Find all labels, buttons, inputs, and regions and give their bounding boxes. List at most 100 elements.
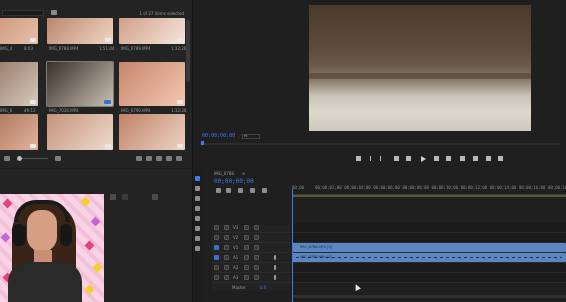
extract-icon[interactable] [473,156,478,161]
toggle-output-button[interactable] [254,235,259,240]
track-name: A1 [233,255,239,260]
toggle-output-button[interactable] [254,255,259,260]
program-playhead[interactable] [201,141,204,145]
video-clip[interactable]: IMG_6788.MP4 [V] [292,243,566,252]
add-marker-icon[interactable] [250,188,255,193]
clip-type-badge-icon [177,144,183,148]
sync-lock-button[interactable] [244,265,249,270]
project-thumbnail[interactable] [119,18,185,44]
track-lock-button[interactable] [224,265,229,270]
mark-out-icon[interactable] [380,156,381,161]
play-icon[interactable] [421,156,426,162]
source-patch-button[interactable] [214,235,219,240]
source-patch-button[interactable] [214,255,219,260]
go-to-in-icon[interactable] [394,156,399,161]
toggle-output-button[interactable] [254,225,259,230]
sync-lock-button[interactable] [244,245,249,250]
list-view-icon[interactable] [4,156,10,161]
source-patch-button[interactable] [214,245,219,250]
sort-icon[interactable] [55,156,61,161]
comparison-view-icon[interactable] [498,156,503,161]
ruler-tick-label: 00;00 [292,185,305,190]
sync-lock-button[interactable] [244,275,249,280]
mark-in-icon[interactable] [370,156,371,161]
new-bin-icon[interactable] [51,10,57,15]
project-thumbnail[interactable] [47,114,113,150]
toggle-output-button[interactable] [254,275,259,280]
program-time-ruler[interactable] [200,143,560,145]
timeline-ruler[interactable]: 00;00 00;00;02;00 00;00;04;00 00;00;06;00 00… [292,183,566,195]
zoom-slider-handle[interactable] [17,156,22,161]
go-to-out-icon[interactable] [446,156,451,161]
hand-tool-icon[interactable] [195,236,200,241]
track-lock-button[interactable] [224,255,229,260]
video-shadow-band [309,73,531,79]
export-frame-icon[interactable] [486,156,491,161]
panel-square-icon-2 [122,194,128,200]
project-thumbnail[interactable] [119,62,185,106]
master-volume-value[interactable]: 0.0 [260,285,266,290]
sequence-tab[interactable]: IMG_6788 [214,171,234,176]
new-folder-icon[interactable] [146,156,152,161]
track-select-tool-icon[interactable] [195,186,200,191]
sync-lock-button[interactable] [244,225,249,230]
project-thumbnail[interactable] [47,18,113,44]
lift-icon[interactable] [460,156,465,161]
voiceover-mic-icon[interactable] [274,265,276,270]
project-thumbnail[interactable] [0,114,38,150]
new-item-icon[interactable] [156,156,162,161]
project-thumbnail[interactable] [0,62,38,106]
timeline-timecode[interactable]: 00;00;00;00 [214,178,254,185]
work-area-bar[interactable] [292,195,566,197]
razor-tool-icon[interactable] [195,206,200,211]
track-name: V2 [233,235,239,240]
trash-icon[interactable] [176,156,182,161]
insert-sequence-icon[interactable] [216,188,221,193]
source-patch-button[interactable] [214,275,219,280]
pen-tool-icon[interactable] [195,226,200,231]
close-sequence-icon[interactable]: ≡ [242,171,245,176]
voiceover-mic-icon[interactable] [274,275,276,280]
type-tool-icon[interactable] [195,246,200,251]
new-item-icon-2[interactable] [166,156,172,161]
project-thumbnail[interactable] [119,114,185,150]
project-search-input[interactable] [2,10,44,16]
step-forward-icon[interactable] [434,156,439,161]
fit-dropdown[interactable]: Fit [242,134,260,139]
track-lock-button[interactable] [224,225,229,230]
source-patch-button[interactable] [214,225,219,230]
sync-lock-button[interactable] [244,235,249,240]
thumbnail-duration: 1:32:28 [171,108,187,113]
timeline-playhead[interactable] [292,189,293,302]
voiceover-mic-icon[interactable] [274,255,276,260]
panel-square-icon [110,194,116,200]
add-marker-icon[interactable] [356,156,361,161]
headphone-left [12,224,26,246]
timeline-scrollbar[interactable] [292,295,566,298]
ripple-edit-tool-icon[interactable] [195,196,200,201]
timeline-settings-icon[interactable] [262,188,267,193]
snap-icon[interactable] [226,188,231,193]
toggle-output-button[interactable] [254,265,259,270]
track-lock-button[interactable] [224,245,229,250]
program-timecode[interactable]: 00;00;00;00 [202,133,235,139]
slip-tool-icon[interactable] [195,216,200,221]
source-patch-button[interactable] [214,265,219,270]
track-separator [212,282,566,283]
toggle-output-button[interactable] [254,245,259,250]
thumbnail-zoom-slider[interactable] [18,158,48,159]
clip-type-badge-icon [177,38,183,42]
selection-tool-icon[interactable] [195,176,200,181]
thumbnail-label: IMG_4 [0,46,13,51]
ruler-tick-label: 00;00;06;00 [373,185,400,190]
project-thumbnail[interactable] [46,61,114,107]
track-lock-button[interactable] [224,275,229,280]
audio-clip[interactable]: IMG_6788.MP4 [A] [292,253,566,262]
project-scrollbar[interactable] [186,20,190,82]
linked-selection-icon[interactable] [238,188,243,193]
project-thumbnail[interactable] [0,18,38,44]
sync-lock-button[interactable] [244,255,249,260]
search-icon[interactable] [136,156,142,161]
step-back-icon[interactable] [406,156,411,161]
track-lock-button[interactable] [224,235,229,240]
